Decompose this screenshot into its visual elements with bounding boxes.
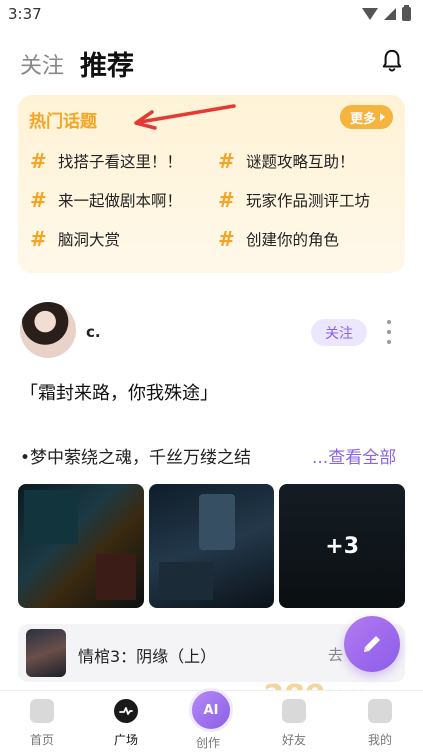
topic-label: 脑洞大赏 (58, 231, 121, 249)
topic-label: 谜题攻略互助！ (246, 153, 355, 171)
tab-recommend-label: 推荐 (80, 51, 134, 82)
pulse-icon (114, 699, 138, 723)
signal-icon (384, 8, 396, 20)
friends-icon (282, 699, 306, 723)
hash-icon: # (218, 227, 235, 251)
view-all-link[interactable]: ...查看全部 (312, 443, 396, 468)
work-title: 情棺3：阴缘（上） (78, 647, 217, 666)
more-label: 更多 (349, 111, 376, 127)
nav-item-create[interactable]: AI (189, 688, 233, 732)
nav-label: 广场 (113, 733, 138, 747)
nav-item-friends[interactable]: 好友 (264, 699, 324, 748)
topic-item[interactable]: # 找搭子看这里！！ (30, 149, 218, 173)
nav-label: 我的 (367, 733, 392, 747)
topic-item[interactable]: # 脑洞大赏 (30, 227, 218, 251)
hash-icon: # (218, 149, 235, 173)
nav-label: 好友 (281, 733, 306, 747)
status-time: 3:37 (8, 5, 42, 23)
topic-label: 创建你的角色 (246, 231, 340, 249)
topic-item[interactable]: # 来一起做剧本啊！ (30, 188, 218, 212)
hot-topics-card: 热门话题 更多 # 找搭子看这里！！ # 谜题攻略互助！ # 来一起做剧本啊！ # 玩家… (18, 95, 405, 273)
hash-icon: # (30, 188, 47, 212)
ai-icon: AI (203, 702, 219, 718)
hot-topics-title: 热门话题 (29, 112, 97, 132)
more-images-count: +3 (279, 484, 406, 608)
chevron-right-icon (380, 113, 385, 121)
post-body[interactable]: •梦中萦绕之魂，千丝万缕之结 (20, 443, 310, 468)
hot-topics-more-button[interactable]: 更多 (339, 105, 393, 129)
post-image[interactable] (148, 484, 275, 608)
tab-recommend[interactable]: 推荐 (78, 44, 134, 83)
bell-icon[interactable] (381, 48, 403, 74)
battery-icon (402, 5, 411, 21)
work-go-button[interactable]: 去 (328, 644, 343, 665)
tab-follow[interactable]: 关注 (20, 48, 64, 80)
pencil-icon (364, 636, 380, 652)
hash-icon: # (30, 227, 47, 251)
work-cover-image (26, 629, 66, 677)
topic-label: 来一起做剧本啊！ (58, 192, 183, 210)
nav-item-square[interactable]: 广场 (96, 699, 156, 748)
nav-label: 首页 (29, 733, 54, 747)
post-image[interactable] (18, 484, 144, 608)
home-icon (30, 699, 54, 723)
topic-item[interactable]: # 创建你的角色 (218, 227, 398, 251)
wifi-icon (362, 8, 378, 20)
post-title[interactable]: 「霜封来路，你我殊途」 (20, 379, 218, 405)
nav-label: 创作 (196, 736, 221, 750)
post-image-gallery: +3 (18, 484, 406, 608)
annotation-arrow-icon (134, 104, 236, 130)
user-avatar[interactable] (20, 302, 76, 358)
nav-item-home[interactable]: 首页 (12, 699, 72, 748)
follow-button[interactable]: 关注 (311, 319, 367, 346)
topic-item[interactable]: # 玩家作品测评工坊 (218, 188, 398, 212)
more-options-icon[interactable] (386, 320, 392, 344)
hash-icon: # (218, 188, 235, 212)
nav-item-profile[interactable]: 我的 (350, 699, 410, 748)
status-bar: 3:37 (0, 0, 423, 30)
topic-label: 找搭子看这里！！ (58, 153, 183, 171)
create-post-button[interactable] (344, 616, 400, 672)
topic-label: 玩家作品测评工坊 (246, 192, 371, 210)
hash-icon: # (30, 149, 47, 173)
hot-topics-list: # 找搭子看这里！！ # 谜题攻略互助！ # 来一起做剧本啊！ # 玩家作品测评工坊 #… (30, 149, 400, 251)
status-icons (362, 5, 411, 21)
post-image[interactable]: +3 (279, 484, 406, 608)
post-username[interactable]: c. (86, 323, 101, 341)
top-header: 关注 推荐 (0, 38, 423, 88)
topic-item[interactable]: # 谜题攻略互助！ (218, 149, 398, 173)
profile-icon (368, 699, 392, 723)
